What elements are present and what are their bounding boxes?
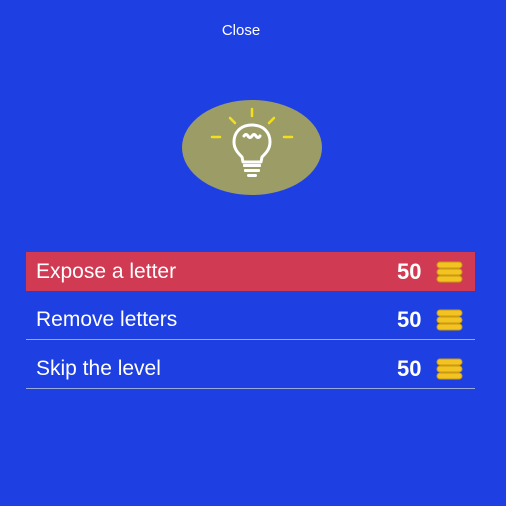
hints-dialog: Close Expose a letter 50 Remove letters … (0, 0, 506, 506)
coins-icon (436, 261, 463, 283)
coins-icon (436, 358, 463, 380)
coins-icon (436, 309, 463, 331)
expose-letter-option[interactable]: Expose a letter 50 (26, 252, 475, 291)
option-label: Expose a letter (36, 260, 177, 283)
option-price: 50 (397, 356, 422, 381)
option-label: Skip the level (36, 357, 161, 380)
lightbulb-icon (210, 107, 294, 177)
hint-bulb-badge (182, 100, 322, 195)
remove-letters-option[interactable]: Remove letters 50 (26, 300, 475, 340)
option-price: 50 (397, 259, 422, 284)
option-label: Remove letters (36, 308, 178, 331)
skip-level-option[interactable]: Skip the level 50 (26, 349, 475, 389)
close-button[interactable]: Close (200, 20, 282, 42)
option-price: 50 (397, 307, 422, 332)
